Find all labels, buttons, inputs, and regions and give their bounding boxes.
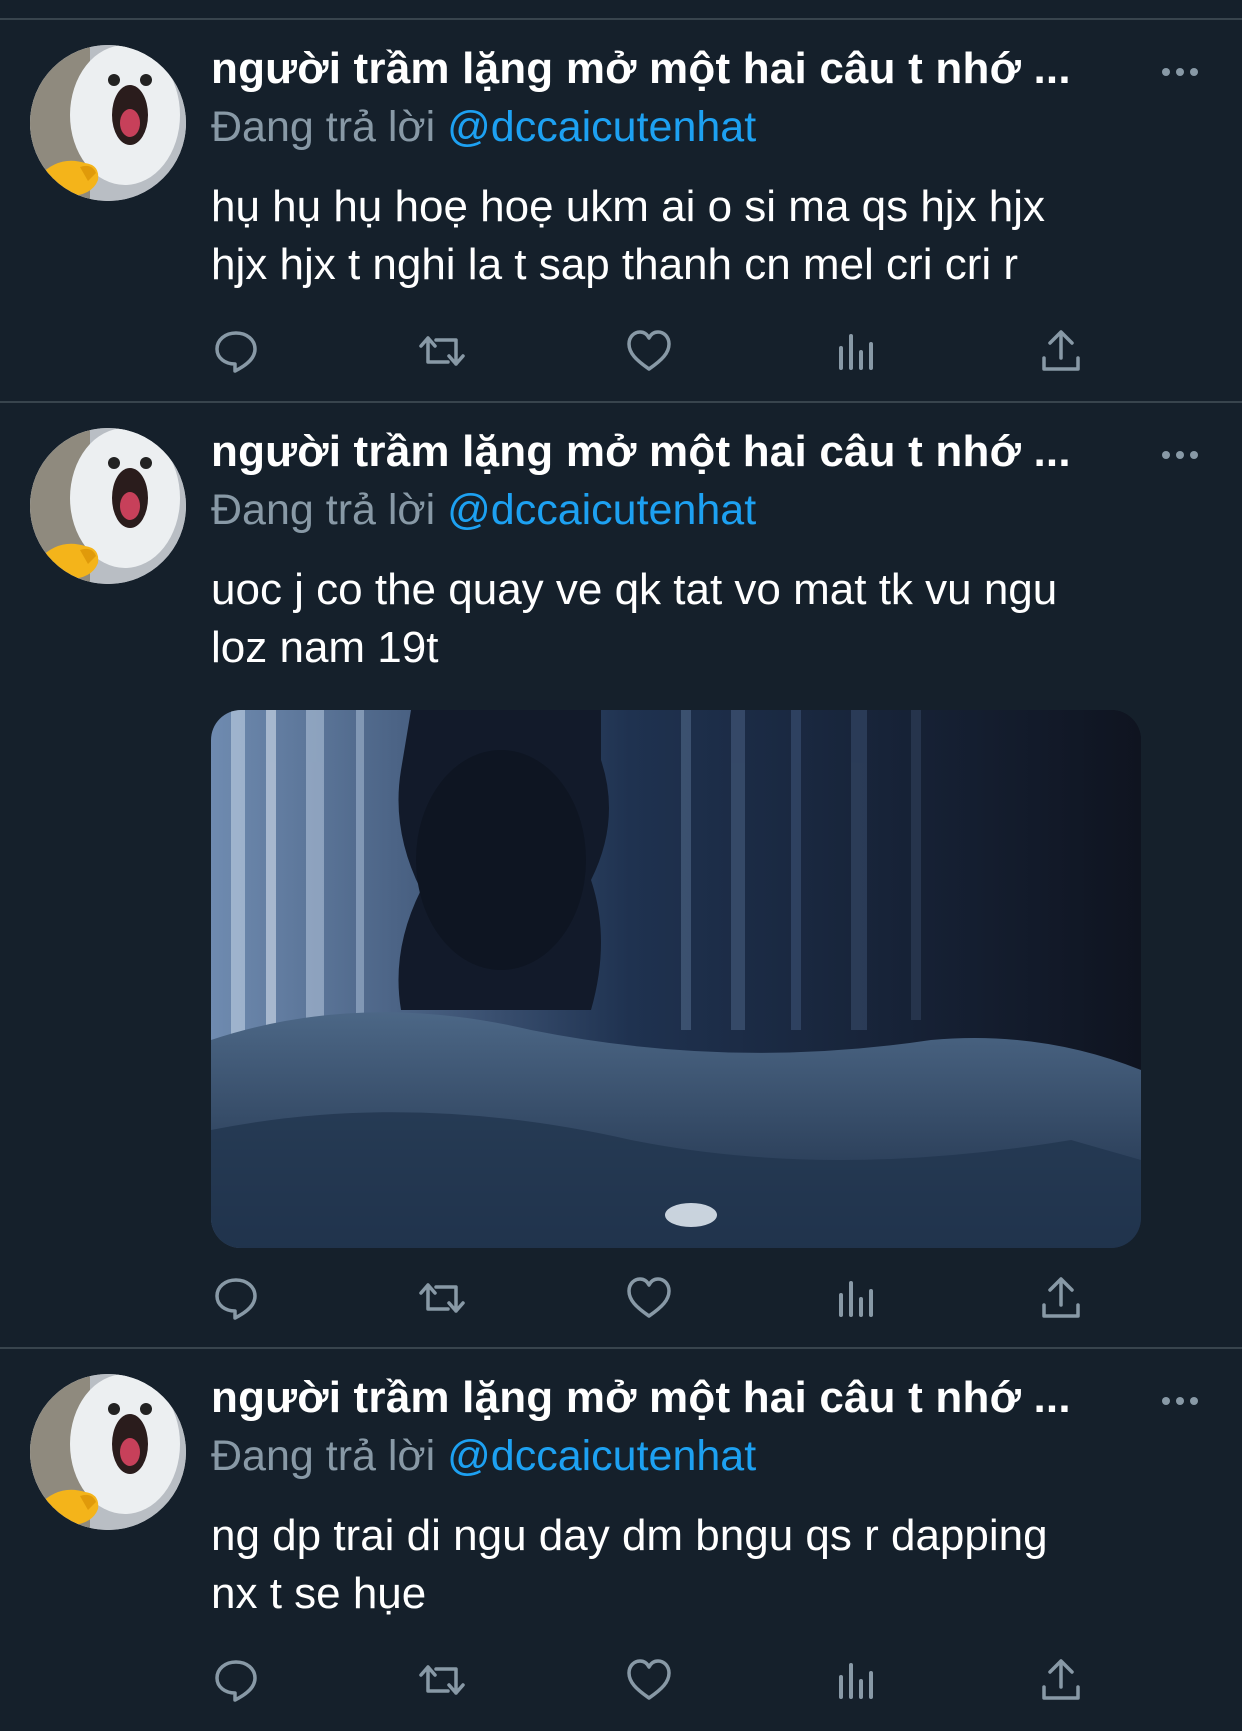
tweet-text-line: loz nam 19t — [211, 623, 439, 672]
like-button[interactable] — [624, 1655, 674, 1705]
tweet-text-line: nx t se hụe — [211, 1569, 427, 1618]
share-icon — [1042, 1659, 1080, 1700]
analytics-button[interactable] — [831, 1655, 881, 1705]
display-name[interactable]: người trầm lặng mở một hai câu t nhớ ... — [211, 1373, 1071, 1423]
display-name[interactable]: người trầm lặng mở một hai câu t nhớ ... — [211, 427, 1071, 477]
like-icon — [627, 1277, 671, 1318]
more-options-icon[interactable] — [1160, 65, 1200, 79]
reply-handle-link[interactable]: @dccaicutenhat — [447, 103, 756, 151]
avatar-image — [30, 45, 186, 201]
share-icon — [1042, 1277, 1080, 1318]
reply-handle-link[interactable]: @dccaicutenhat — [447, 486, 756, 534]
analytics-button[interactable] — [831, 326, 881, 376]
analytics-icon — [839, 1663, 873, 1699]
analytics-button[interactable] — [831, 1273, 881, 1323]
reply-icon — [215, 1660, 257, 1702]
replying-to: Đang trả lời @dccaicutenhat — [211, 1431, 756, 1481]
share-button[interactable] — [1036, 1655, 1086, 1705]
display-name[interactable]: người trầm lặng mở một hai câu t nhớ ... — [211, 44, 1071, 94]
share-icon — [1042, 330, 1080, 371]
analytics-icon — [839, 1281, 873, 1317]
reply-icon — [215, 331, 257, 373]
reply-button[interactable] — [211, 1273, 261, 1323]
tweet-media-image[interactable] — [211, 710, 1141, 1248]
tweet-text-line: hụ hụ hụ hoẹ hoẹ ukm ai o si ma qs hjx h… — [211, 182, 1046, 231]
avatar[interactable] — [30, 45, 186, 201]
reply-prefix: Đang trả lời — [211, 486, 436, 534]
avatar-image — [30, 1374, 186, 1530]
more-options-icon[interactable] — [1160, 448, 1200, 462]
tweet-text: uoc j co the quay ve qk tat vo mat tk vu… — [211, 561, 1201, 677]
retweet-icon — [419, 1665, 465, 1695]
avatar-image — [30, 428, 186, 584]
tweet-text: hụ hụ hụ hoẹ hoẹ ukm ai o si ma qs hjx h… — [211, 178, 1201, 294]
action-bar — [0, 326, 1242, 376]
more-options-icon[interactable] — [1160, 1394, 1200, 1408]
retweet-button[interactable] — [417, 326, 467, 376]
retweet-icon — [419, 336, 465, 366]
tweet-text-line: uoc j co the quay ve qk tat vo mat tk vu… — [211, 565, 1058, 614]
like-icon — [627, 1659, 671, 1700]
media-photo — [211, 710, 1141, 1248]
reply-prefix: Đang trả lời — [211, 103, 436, 151]
retweet-button[interactable] — [417, 1273, 467, 1323]
replying-to: Đang trả lời @dccaicutenhat — [211, 102, 756, 152]
avatar[interactable] — [30, 428, 186, 584]
share-button[interactable] — [1036, 1273, 1086, 1323]
avatar[interactable] — [30, 1374, 186, 1530]
share-button[interactable] — [1036, 326, 1086, 376]
tweet-1[interactable]: người trầm lặng mở một hai câu t nhớ ...… — [0, 20, 1242, 403]
reply-button[interactable] — [211, 326, 261, 376]
tweet-2[interactable]: người trầm lặng mở một hai câu t nhớ ...… — [0, 403, 1242, 1349]
action-bar — [0, 1273, 1242, 1323]
like-button[interactable] — [624, 1273, 674, 1323]
reply-handle-link[interactable]: @dccaicutenhat — [447, 1432, 756, 1480]
reply-button[interactable] — [211, 1655, 261, 1705]
retweet-icon — [419, 1283, 465, 1313]
reply-prefix: Đang trả lời — [211, 1432, 436, 1480]
action-bar — [0, 1655, 1242, 1705]
like-icon — [627, 330, 671, 371]
reply-icon — [215, 1278, 257, 1320]
tweet-text: ng dp trai di ngu day dm bngu qs r dappi… — [211, 1507, 1201, 1623]
analytics-icon — [839, 334, 873, 370]
tweet-text-line: hjx hjx t nghi la t sap thanh cn mel cri… — [211, 240, 1018, 289]
retweet-button[interactable] — [417, 1655, 467, 1705]
replying-to: Đang trả lời @dccaicutenhat — [211, 485, 756, 535]
tweet-3[interactable]: người trầm lặng mở một hai câu t nhớ ...… — [0, 1349, 1242, 1731]
tweet-text-line: ng dp trai di ngu day dm bngu qs r dappi… — [211, 1511, 1048, 1560]
like-button[interactable] — [624, 326, 674, 376]
